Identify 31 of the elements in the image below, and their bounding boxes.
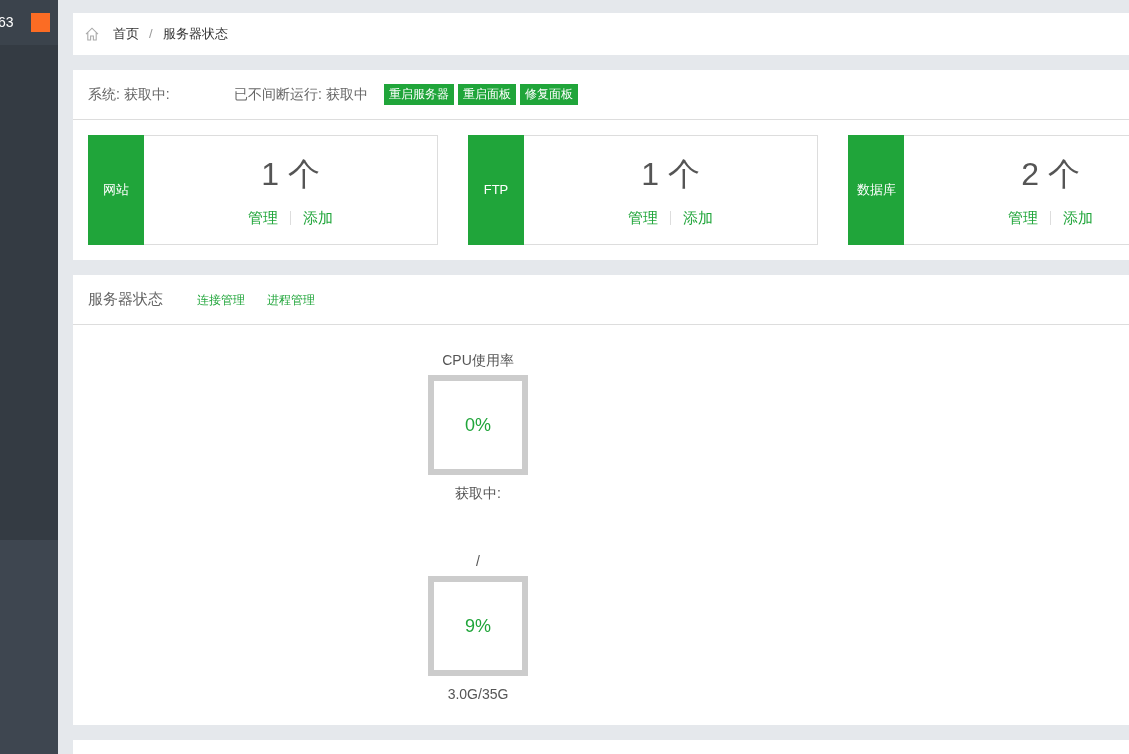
- uptime-text: 已不间断运行: 获取中: [234, 85, 368, 104]
- stat-link[interactable]: 添加: [303, 207, 333, 230]
- stat-label: 数据库: [848, 135, 904, 245]
- stat-label: 网站: [88, 135, 144, 245]
- gauge-title: CPU使用率: [442, 351, 514, 370]
- stat-link[interactable]: 添加: [1063, 207, 1093, 230]
- stat-link[interactable]: 管理: [1008, 207, 1038, 230]
- gauge-caption: 3.0G/35G: [447, 685, 509, 704]
- gauge-caption: 获取中:: [455, 484, 501, 503]
- header-link[interactable]: 进程管理: [267, 290, 315, 309]
- stat-link[interactable]: 添加: [683, 207, 713, 230]
- breadcrumb-link[interactable]: 首页: [113, 24, 139, 44]
- stat-count: 2 个: [1021, 158, 1080, 190]
- panel-title: 服务器状态: [88, 289, 163, 310]
- stat-count: 1 个: [641, 158, 700, 190]
- square-icon: [31, 13, 50, 32]
- system-text: 系统: 获取中:: [88, 85, 171, 104]
- gauge-title: /: [476, 552, 480, 571]
- breadcrumb-separator: /: [149, 25, 153, 44]
- usage-gauge: 0%: [428, 375, 528, 475]
- action-button[interactable]: 修复面板: [519, 84, 578, 105]
- stat-count: 1 个: [261, 158, 320, 190]
- header-link[interactable]: 连接管理: [197, 290, 245, 309]
- stat-link[interactable]: 管理: [628, 207, 658, 230]
- stat-link[interactable]: 管理: [248, 207, 278, 230]
- action-button[interactable]: 重启服务器: [383, 84, 454, 105]
- action-button[interactable]: 重启面板: [457, 84, 516, 105]
- breadcrumb-current: 服务器状态: [162, 25, 228, 44]
- stat-label: FTP: [468, 135, 524, 245]
- home-icon[interactable]: [85, 27, 99, 41]
- usage-gauge: 9%: [428, 576, 528, 676]
